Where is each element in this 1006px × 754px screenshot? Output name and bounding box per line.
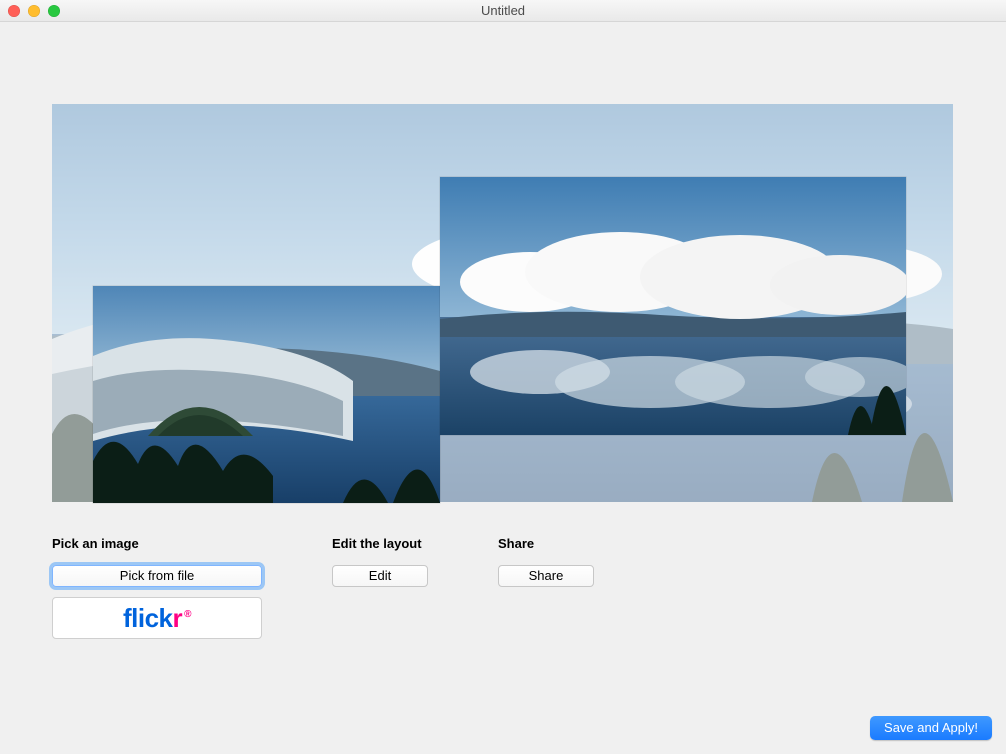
share-heading: Share	[498, 536, 594, 551]
pick-from-file-button[interactable]: Pick from file	[52, 565, 262, 587]
window-controls	[8, 5, 60, 17]
close-icon[interactable]	[8, 5, 20, 17]
edit-layout-button[interactable]: Edit	[332, 565, 428, 587]
window-title: Untitled	[481, 3, 525, 18]
layout-tile-left[interactable]	[93, 286, 440, 503]
layout-tile-right[interactable]	[440, 177, 906, 435]
share-column: Share Share	[498, 536, 594, 587]
pick-from-flickr-button[interactable]: flickr®	[52, 597, 262, 639]
pick-heading: Pick an image	[52, 536, 262, 551]
window-titlebar: Untitled	[0, 0, 1006, 22]
pick-column: Pick an image Pick from file flickr®	[52, 536, 262, 639]
flickr-logo-icon: flickr®	[123, 603, 191, 634]
app-stage: Pick an image Pick from file flickr® Edi…	[0, 22, 1006, 754]
edit-heading: Edit the layout	[332, 536, 428, 551]
controls-row: Pick an image Pick from file flickr® Edi…	[52, 536, 954, 639]
save-and-apply-button[interactable]: Save and Apply!	[870, 716, 992, 740]
edit-column: Edit the layout Edit	[332, 536, 428, 587]
zoom-icon[interactable]	[48, 5, 60, 17]
minimize-icon[interactable]	[28, 5, 40, 17]
share-button[interactable]: Share	[498, 565, 594, 587]
